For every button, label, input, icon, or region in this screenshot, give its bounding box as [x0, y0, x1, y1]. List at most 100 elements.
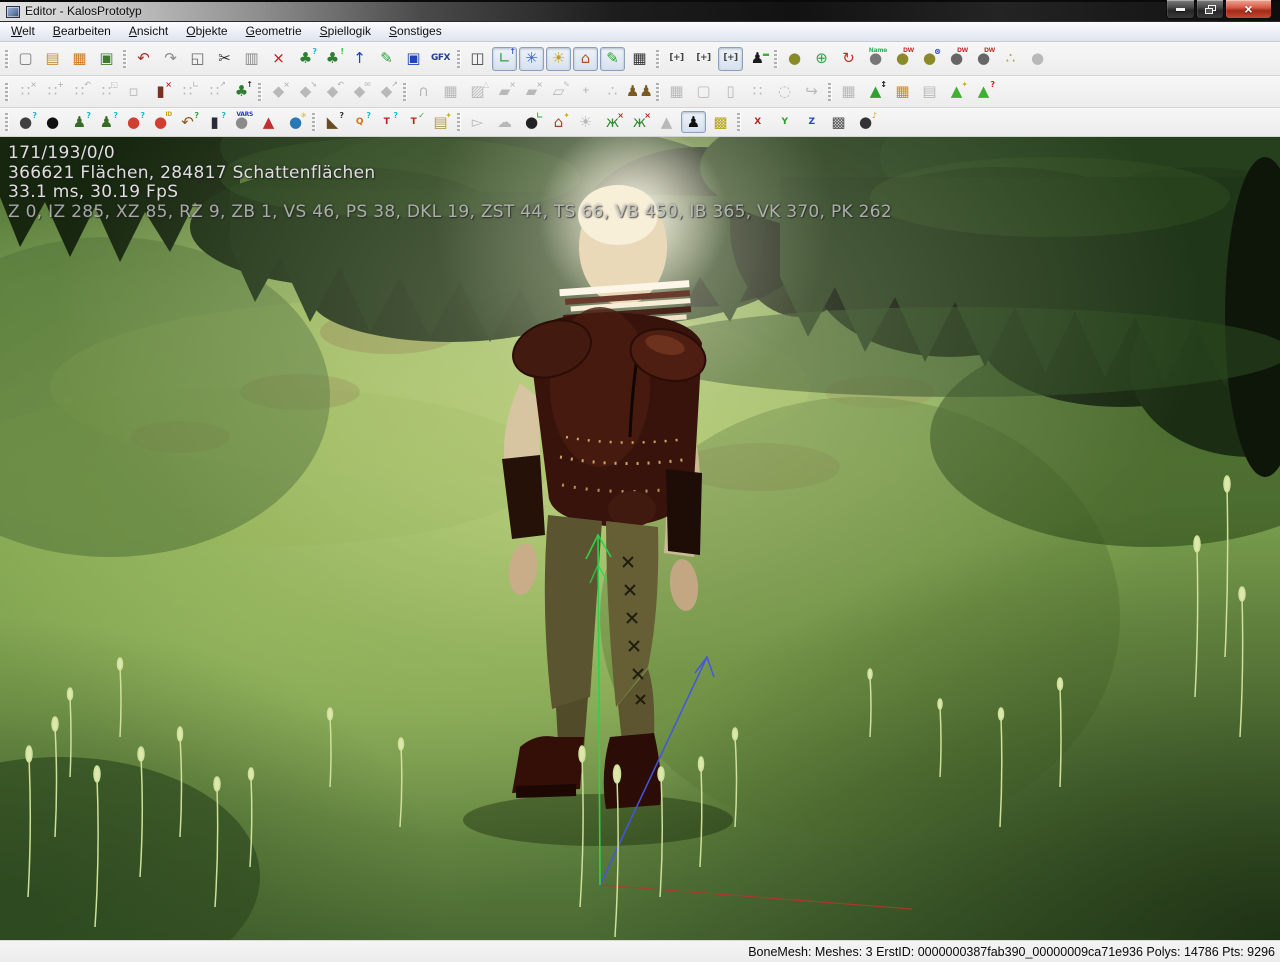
- wireframe-cube-icon[interactable]: ◫: [465, 47, 490, 71]
- show-axes-toggle[interactable]: ∟↑: [492, 47, 517, 71]
- script-sphere-help-icon[interactable]: ●?: [13, 111, 38, 133]
- fog-icon: ☁: [492, 111, 517, 133]
- dialog-check-icon[interactable]: T✓: [401, 111, 426, 133]
- house-sparkle-icon[interactable]: ⌂✦: [546, 111, 571, 133]
- portal-delete-icon[interactable]: ▮×: [148, 80, 173, 104]
- minimize-button[interactable]: [1166, 0, 1195, 19]
- toolbar-grip[interactable]: [828, 83, 831, 101]
- balloon-id-icon[interactable]: ●ID: [148, 111, 173, 133]
- walk-character-toggle[interactable]: ♟: [681, 111, 706, 133]
- show-grid-icon[interactable]: ▦: [627, 47, 652, 71]
- camera-y-icon[interactable]: Y: [772, 111, 797, 133]
- person-resource-help-icon[interactable]: ♟?: [67, 111, 92, 133]
- zoom-object-icon[interactable]: [+]: [691, 47, 716, 71]
- tree-help-icon[interactable]: ♣?: [293, 47, 318, 71]
- show-vegetation-toggle[interactable]: ✎: [600, 47, 625, 71]
- new-file-icon[interactable]: ▢: [13, 47, 38, 71]
- tree-update-icon[interactable]: ♣!: [320, 47, 345, 71]
- toolbar-grip[interactable]: [123, 50, 126, 68]
- toolbar-grip[interactable]: [312, 113, 315, 131]
- minimap-icon[interactable]: ▩: [708, 111, 733, 133]
- tree-raise-icon[interactable]: ♣↑: [229, 80, 254, 104]
- door-logic-help-icon[interactable]: ▮?: [202, 111, 227, 133]
- bug-delete-icon[interactable]: ж×: [600, 111, 625, 133]
- paste-icon[interactable]: ▥: [239, 47, 264, 71]
- quest-help-icon[interactable]: Q?: [347, 111, 372, 133]
- camera-z-icon[interactable]: Z: [799, 111, 824, 133]
- toolbar-grip[interactable]: [774, 50, 777, 68]
- terrain-sparkle-icon[interactable]: ▲✦: [944, 80, 969, 104]
- rotate-sphere-icon[interactable]: ↻: [836, 47, 861, 71]
- toolbar-grip[interactable]: [656, 50, 659, 68]
- menu-item-welt[interactable]: Welt: [2, 22, 44, 41]
- raise-object-icon[interactable]: ↑: [347, 47, 372, 71]
- terrain-help-icon[interactable]: ▲?: [971, 80, 996, 104]
- show-houses-toggle[interactable]: ⌂: [573, 47, 598, 71]
- image-sphere-icon[interactable]: ●: [40, 111, 65, 133]
- belt-pouch: [608, 491, 656, 527]
- export-cancel-icon[interactable]: ●⊗: [917, 47, 942, 71]
- toolbar-grip[interactable]: [5, 50, 8, 68]
- open-folder-icon[interactable]: ▤: [40, 47, 65, 71]
- title-bar[interactable]: Editor - KalosPrototyp ×: [0, 0, 1280, 22]
- import-dw-2-icon[interactable]: ●DW: [971, 47, 996, 71]
- menu-item-sonstiges[interactable]: Sonstiges: [380, 22, 451, 41]
- menu-item-spiellogik[interactable]: Spiellogik: [311, 22, 380, 41]
- person-help-icon[interactable]: ♟?: [94, 111, 119, 133]
- stage-help-icon[interactable]: ◣?: [320, 111, 345, 133]
- people-pair-icon[interactable]: ♟♟: [627, 80, 652, 104]
- physics-sphere-icon[interactable]: ●: [782, 47, 807, 71]
- dialog-help-icon[interactable]: T?: [374, 111, 399, 133]
- zoom-selection-icon[interactable]: [+]: [664, 47, 689, 71]
- viewport-3d[interactable]: 171/193/0/0 366621 Flächen, 284817 Schat…: [0, 137, 1280, 940]
- toolbar-grip[interactable]: [5, 113, 8, 131]
- menu-item-objekte[interactable]: Objekte: [177, 22, 236, 41]
- menu-item-ansicht[interactable]: Ansicht: [120, 22, 177, 41]
- journal-book-icon[interactable]: ▤✦: [428, 111, 453, 133]
- export-dw-icon[interactable]: ●DW: [890, 47, 915, 71]
- bug-delete-2-icon[interactable]: ж×: [627, 111, 652, 133]
- cut-icon[interactable]: ✂: [212, 47, 237, 71]
- toolbar-grip[interactable]: [457, 50, 460, 68]
- close-button[interactable]: ×: [1225, 0, 1272, 19]
- show-terrain-toggle[interactable]: ☀: [546, 47, 571, 71]
- gfx-settings-icon[interactable]: GFX: [428, 47, 453, 71]
- terrain-raise-icon[interactable]: ▲↕: [863, 80, 888, 104]
- walk-mode-icon[interactable]: ♟▂: [745, 47, 770, 71]
- zoom-camera-toggle[interactable]: [+]: [718, 47, 743, 71]
- world-sparkle-icon[interactable]: ●✳: [283, 111, 308, 133]
- toolbar-grip[interactable]: [457, 113, 460, 131]
- editor-window: Editor - KalosPrototyp × WeltBearbeitenA…: [0, 0, 1280, 962]
- menu-item-geometrie[interactable]: Geometrie: [237, 22, 311, 41]
- restore-button[interactable]: [1196, 0, 1224, 19]
- sound-sphere-icon[interactable]: ●♪: [853, 111, 878, 133]
- undo-icon[interactable]: ↶: [131, 47, 156, 71]
- show-lights-toggle[interactable]: ✳: [519, 47, 544, 71]
- sphere-axes-icon[interactable]: ●∟: [519, 111, 544, 133]
- delete-icon[interactable]: ×: [266, 47, 291, 71]
- checker-sphere-icon[interactable]: ▩: [826, 111, 851, 133]
- texture-detail-icon[interactable]: ▦: [890, 80, 915, 104]
- vars-help-icon[interactable]: ●VARS: [229, 111, 254, 133]
- camera-x-icon[interactable]: X: [745, 111, 770, 133]
- event-back-help-icon[interactable]: ↶?: [175, 111, 200, 133]
- toolbar-grip[interactable]: [737, 113, 740, 131]
- import-dw-icon[interactable]: ●DW: [944, 47, 969, 71]
- color-palette-grid-icon[interactable]: ▦: [67, 47, 92, 71]
- redo-icon[interactable]: ↷: [158, 47, 183, 71]
- name-sphere-icon[interactable]: ●Name: [863, 47, 888, 71]
- app-icon[interactable]: [6, 6, 20, 18]
- frame-select-icon[interactable]: ▣: [401, 47, 426, 71]
- menu-item-bearbeiten[interactable]: Bearbeiten: [44, 22, 120, 41]
- toolbar-grip[interactable]: [5, 83, 8, 101]
- toolbar-grip[interactable]: [656, 83, 659, 101]
- balloon-help-icon[interactable]: ●?: [121, 111, 146, 133]
- move-sphere-icon[interactable]: ⊕: [809, 47, 834, 71]
- mountain-markers-icon[interactable]: ▲: [256, 111, 281, 133]
- toolbar-grip[interactable]: [403, 83, 406, 101]
- draw-path-icon[interactable]: ✎: [374, 47, 399, 71]
- sphere-pair-icon[interactable]: ∴: [998, 47, 1023, 71]
- copy-icon[interactable]: ◱: [185, 47, 210, 71]
- save-icon[interactable]: ▣: [94, 47, 119, 71]
- toolbar-grip[interactable]: [258, 83, 261, 101]
